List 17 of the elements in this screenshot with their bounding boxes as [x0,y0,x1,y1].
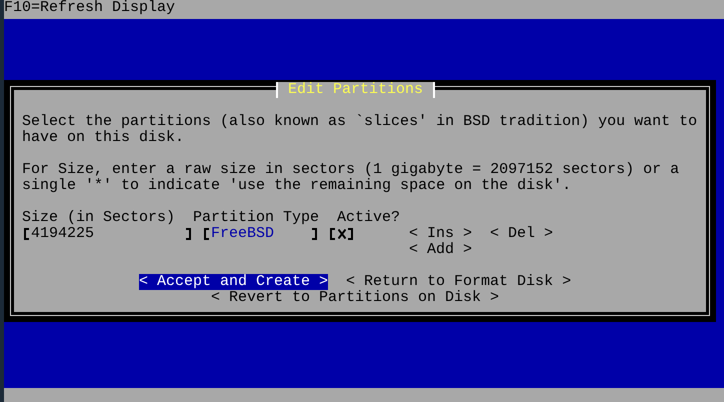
dialog-title: Edit Partitions [276,82,436,98]
dialog-button[interactable]: < Return to Format Disk > [346,274,572,290]
dialog-button[interactable]: < Revert to Partitions on Disk > [211,290,500,306]
row-action-button[interactable]: < Ins > [409,226,472,242]
row-action-button[interactable]: < Add > [409,242,472,258]
column-header: Size (in Sectors) [22,209,176,226]
instruction-text: Select the partitions (also known as `slices' in BSD tradition) you want to have on this disk. [22,114,698,146]
check-mark-icon [338,229,346,239]
column-header: Partition Type [193,209,320,226]
dialog-button[interactable]: < Accept and Create > [139,274,328,290]
size-field[interactable]: 4194225 [22,226,194,242]
active-checkbox[interactable] [328,226,356,242]
instruction-text: For Size, enter a raw size in sectors (1 gigabyte = 2097152 sectors) or a single '*' to indicate 'use the remaining space on the disk'. [22,162,680,194]
function-key-hint: F10=Refresh Display [4,0,724,19]
column-header: Active? [337,209,400,226]
row-action-button[interactable]: < Del > [490,226,554,242]
partition-type-field[interactable]: FreeBSD [202,226,320,242]
